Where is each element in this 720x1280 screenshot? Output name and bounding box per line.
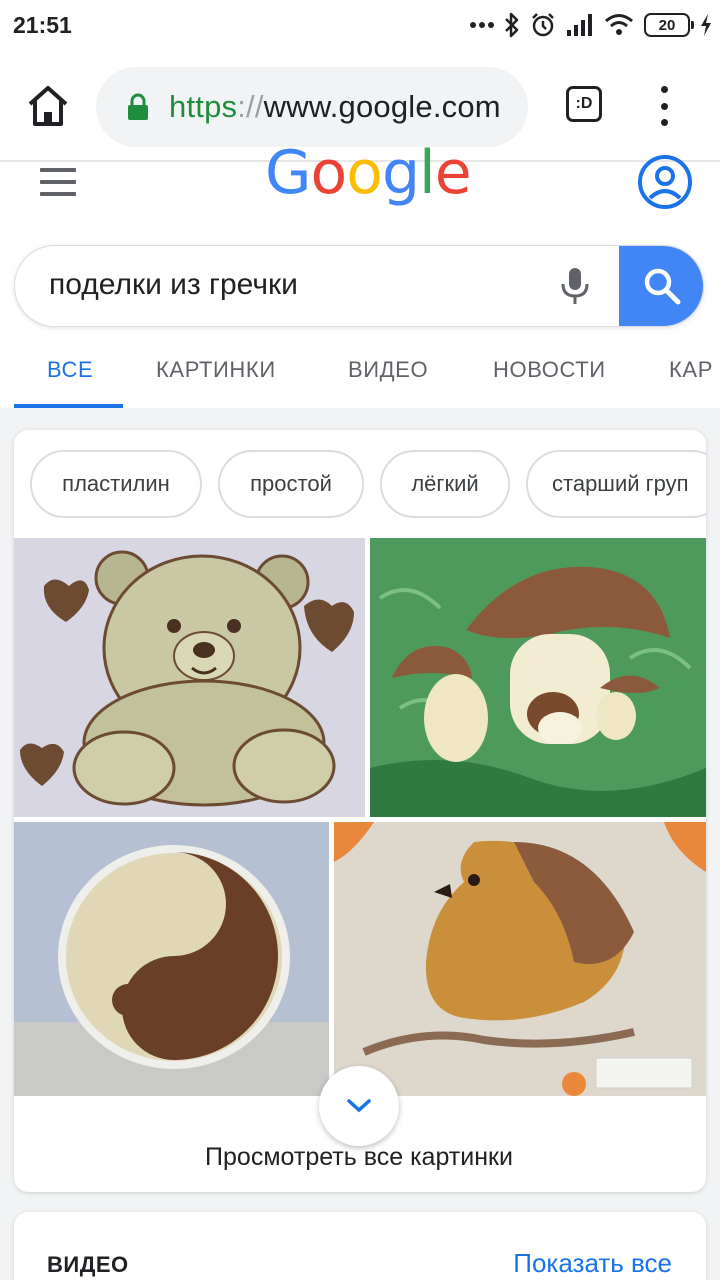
- account-icon[interactable]: [637, 154, 693, 210]
- image-bird[interactable]: [334, 822, 706, 1096]
- image-mushrooms[interactable]: [370, 538, 706, 817]
- url-text: https://www.google.com: [169, 89, 501, 125]
- video-card: ВИДЕО Показать все: [14, 1212, 706, 1280]
- chip-plasticine[interactable]: пластилин: [30, 450, 202, 518]
- tab-all[interactable]: ВСЕ: [47, 357, 93, 383]
- video-section-title: ВИДЕО: [47, 1252, 129, 1277]
- browser-menu-button[interactable]: [656, 86, 672, 126]
- microphone-icon[interactable]: [558, 266, 592, 306]
- image-yin-yang[interactable]: [14, 822, 329, 1096]
- menu-dot: [660, 86, 668, 93]
- show-all-videos-link[interactable]: Показать все: [513, 1248, 672, 1279]
- menu-dot: [660, 102, 668, 110]
- battery-level: 20: [658, 16, 676, 34]
- search-icon: [644, 268, 680, 305]
- expand-images-button[interactable]: [319, 1066, 399, 1146]
- chip-senior-group[interactable]: старший груп: [526, 450, 706, 518]
- status-bar: 21:51 20: [0, 0, 720, 52]
- url-scheme: https: [169, 89, 238, 124]
- home-button[interactable]: [24, 82, 72, 130]
- view-all-images-link[interactable]: Просмотреть все картинки: [14, 1143, 704, 1172]
- alarm-icon: [530, 12, 556, 38]
- active-tab-indicator: [14, 404, 123, 408]
- menu-dot: [660, 119, 668, 126]
- chip-easy[interactable]: лёгкий: [380, 450, 510, 518]
- google-header: Google поделки из гречки ВСЕ КАРТИНКИ ВИ…: [0, 138, 720, 408]
- tab-images[interactable]: КАРТИНКИ: [156, 357, 276, 383]
- tab-switcher-button[interactable]: :D: [566, 86, 602, 122]
- url-host: www.google.com: [263, 89, 501, 124]
- status-time: 21:51: [13, 12, 72, 38]
- search-tabs: ВСЕ КАРТИНКИ ВИДЕО НОВОСТИ КАР: [0, 353, 720, 408]
- wifi-icon: [604, 13, 634, 37]
- more-dots-icon: [470, 21, 494, 29]
- google-logo[interactable]: Google: [265, 138, 472, 208]
- tab-video[interactable]: ВИДЕО: [348, 357, 428, 383]
- search-button[interactable]: [619, 246, 703, 326]
- lock-icon: [128, 93, 148, 120]
- search-input[interactable]: поделки из гречки: [49, 268, 298, 302]
- image-teddy-bear[interactable]: [14, 538, 365, 817]
- hamburger-menu-icon[interactable]: [40, 168, 76, 196]
- chip-simple[interactable]: простой: [218, 450, 364, 518]
- home-icon: [28, 86, 68, 126]
- bluetooth-icon: [504, 12, 520, 38]
- charging-icon: [700, 14, 712, 36]
- tab-news[interactable]: НОВОСТИ: [493, 357, 606, 383]
- url-bar[interactable]: https://www.google.com: [96, 67, 528, 147]
- battery-icon: 20: [644, 13, 694, 37]
- chevron-down-icon: [347, 1099, 371, 1113]
- status-icons: 20: [470, 10, 712, 40]
- search-box[interactable]: поделки из гречки: [14, 245, 704, 327]
- images-card: пластилин простой лёгкий старший груп Пр…: [14, 430, 706, 1192]
- url-separator: ://: [237, 89, 264, 124]
- signal-icon: [566, 13, 594, 37]
- tab-maps-partial[interactable]: КАР: [669, 357, 713, 383]
